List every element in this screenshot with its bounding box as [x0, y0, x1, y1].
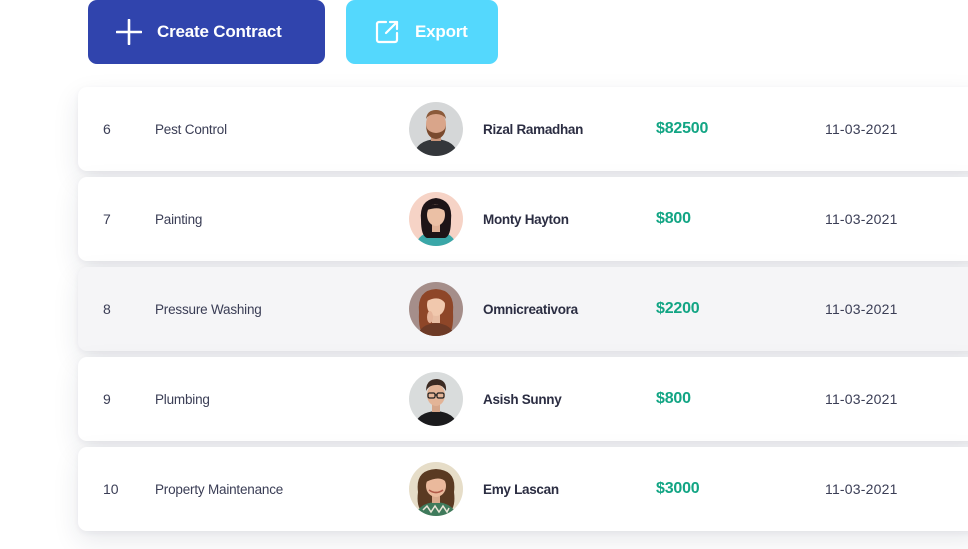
- service-name: Pressure Washing: [155, 301, 262, 317]
- avatar: [409, 462, 463, 516]
- table-row[interactable]: 6 Pest Control Rizal Ramadhan $82500 11-…: [78, 87, 968, 171]
- create-contract-label: Create Contract: [157, 22, 282, 41]
- row-number: 6: [103, 121, 111, 137]
- row-number: 7: [103, 211, 111, 227]
- contract-date: 11-03-2021: [825, 301, 898, 317]
- external-link-icon: [374, 19, 400, 45]
- contract-amount: $2200: [656, 300, 700, 317]
- create-contract-button[interactable]: Create Contract: [88, 0, 325, 64]
- avatar: [409, 282, 463, 336]
- customer-name: Emy Lascan: [483, 481, 559, 497]
- contract-date: 11-03-2021: [825, 391, 898, 407]
- customer-name: Rizal Ramadhan: [483, 121, 584, 137]
- export-button[interactable]: Export: [346, 0, 498, 64]
- contract-amount: $82500: [656, 120, 709, 137]
- row-number: 8: [103, 301, 111, 317]
- contract-date: 11-03-2021: [825, 211, 898, 227]
- customer-name: Asish Sunny: [483, 391, 562, 407]
- contract-date: 11-03-2021: [825, 121, 898, 137]
- service-name: Property Maintenance: [155, 481, 284, 497]
- table-row[interactable]: 8 Pressure Washing Omnicreativora $2200 …: [78, 267, 968, 351]
- customer-name: Omnicreativora: [483, 301, 578, 317]
- row-number: 9: [103, 391, 111, 407]
- table-row[interactable]: 10 Property Maintenance Emy Lascan $3000…: [78, 447, 968, 531]
- row-number: 10: [103, 481, 119, 497]
- customer-name: Monty Hayton: [483, 211, 569, 227]
- contract-amount: $800: [656, 210, 691, 227]
- contract-amount: $800: [656, 390, 691, 407]
- service-name: Painting: [155, 211, 203, 227]
- table-row[interactable]: 9 Plumbing Asish Sunny $800 11-03-2021: [78, 357, 968, 441]
- service-name: Pest Control: [155, 121, 227, 137]
- plus-icon: [116, 19, 142, 45]
- contract-date: 11-03-2021: [825, 481, 898, 497]
- service-name: Plumbing: [155, 391, 210, 407]
- avatar: [409, 372, 463, 426]
- table-row[interactable]: 7 Painting Monty Hayton $800 11-03-2021: [78, 177, 968, 261]
- contracts-page: Create Contract Export 6 Pest Control Ri…: [0, 0, 968, 549]
- avatar: [409, 102, 463, 156]
- contract-amount: $3000: [656, 480, 700, 497]
- avatar: [409, 192, 463, 246]
- export-label: Export: [415, 22, 468, 41]
